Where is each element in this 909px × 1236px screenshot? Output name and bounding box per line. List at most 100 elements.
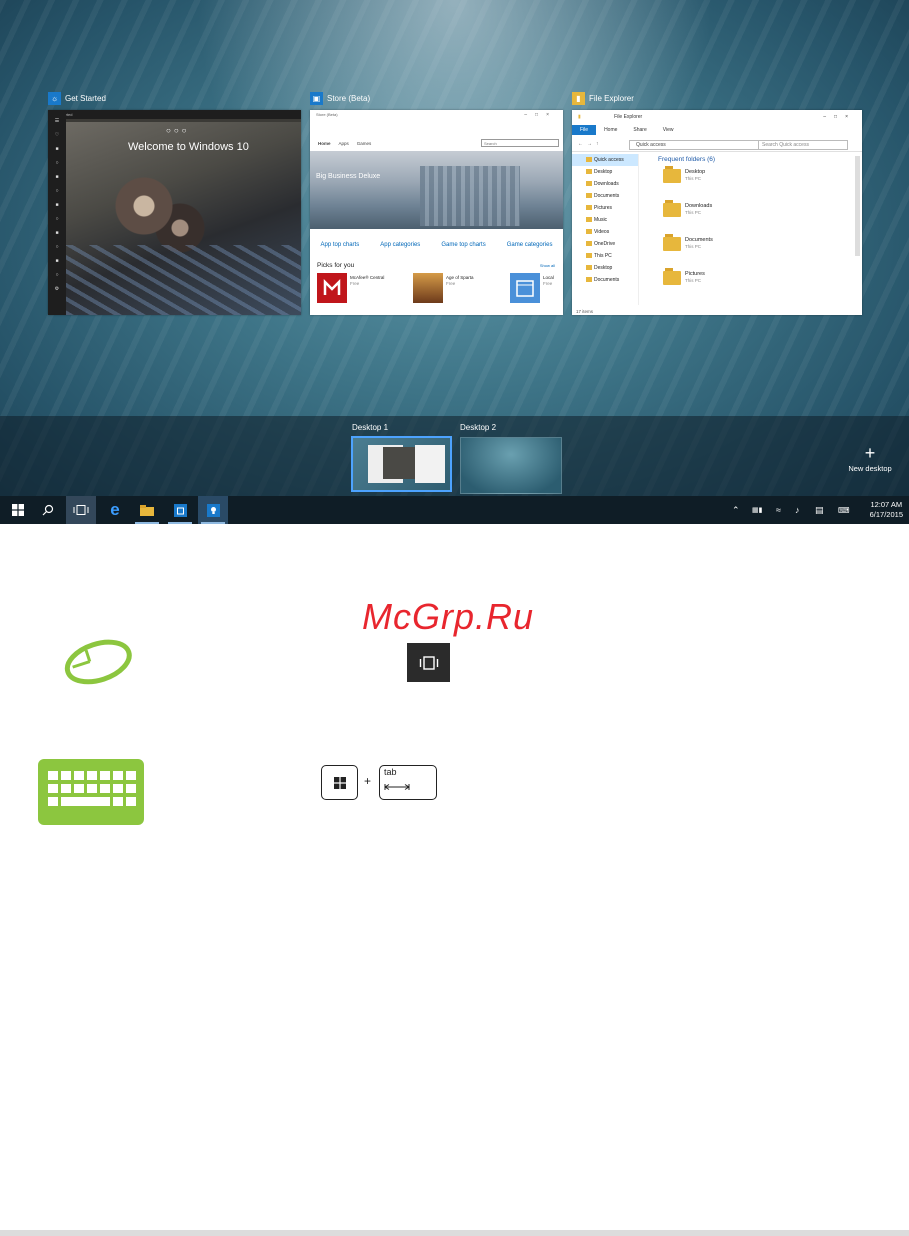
address-bar[interactable]: ←→↑ Quick access Search Quick access [572, 138, 862, 152]
desktop-1-thumbnail[interactable] [351, 436, 452, 492]
action-center-icon[interactable]: ▤ [815, 496, 824, 524]
hero-title: Big Business Deluxe [316, 173, 381, 180]
wifi-icon[interactable]: ≈ [776, 496, 781, 524]
mcafee-app-icon[interactable] [317, 273, 347, 303]
show-hidden-icons-button[interactable]: ⌃ [732, 496, 740, 524]
task-view-icon [73, 505, 89, 515]
address-input[interactable]: Quick access [629, 140, 759, 150]
window-thumbnail-file-explorer[interactable]: ▮ File Explorer –□× File Home Share View… [572, 110, 862, 315]
nav-arrows-icon[interactable]: ←→↑ [578, 141, 603, 147]
hero-banner[interactable] [310, 151, 563, 229]
start-button[interactable] [3, 496, 33, 524]
status-bar: 17 items [576, 309, 594, 314]
tab-view[interactable]: View [655, 125, 682, 135]
link-game-top-charts[interactable]: Game top charts [441, 242, 485, 248]
nav-item[interactable]: Desktop [572, 166, 638, 178]
search-input[interactable]: Search Quick access [758, 140, 848, 150]
app-name: Age of Sparta Free [446, 275, 474, 286]
watermark-text: McGrp.Ru [362, 596, 535, 637]
nav-item[interactable]: OneDrive [572, 238, 638, 250]
keyboard-icon [38, 759, 144, 825]
app-name: McAfee® Central Free [350, 275, 385, 286]
page-footer-bar [0, 1230, 909, 1236]
store-taskbar-icon[interactable] [165, 496, 195, 524]
nav-item[interactable]: Videos [572, 226, 638, 238]
window-thumbnail-get-started[interactable]: Get Started ☰♡■○■○■○■○■○⚙ ○○○ Welcome to… [48, 110, 301, 315]
nav-item[interactable]: Documents [572, 190, 638, 202]
category-links[interactable]: App top charts App categories Game top c… [310, 242, 563, 248]
folder-icon [663, 200, 681, 217]
tab-games[interactable]: Games [357, 141, 372, 146]
window-controls[interactable]: –□× [524, 112, 557, 118]
tab-key-label: tab [384, 767, 397, 777]
folder-item[interactable]: Pictures This PC [658, 268, 858, 299]
task-view-button[interactable] [66, 496, 96, 524]
show-all-link[interactable]: Show all [540, 263, 555, 268]
nav-item[interactable]: Documents [572, 274, 638, 286]
nav-item[interactable]: Music [572, 214, 638, 226]
link-app-categories[interactable]: App categories [380, 242, 420, 248]
nav-item[interactable]: Quick access [572, 154, 638, 166]
nav-rail: ☰ ♡ ■ ○ ■ ○ ■ ○ ■ ○ ■ ○ ⚙ [48, 110, 66, 315]
store-search-input[interactable]: Search [481, 139, 559, 147]
ribbon-tabs[interactable]: File Home Share View [572, 125, 862, 135]
app-name: Local Free [543, 275, 554, 286]
desktop-2-thumbnail[interactable] [460, 437, 562, 494]
frequent-folders-header[interactable]: Frequent folders (6) [658, 156, 858, 163]
tab-apps[interactable]: Apps [339, 141, 349, 146]
tab-file[interactable]: File [572, 125, 597, 135]
lightbulb-icon: ☼ [48, 92, 61, 105]
scrollbar[interactable] [855, 156, 860, 256]
folder-icon: ▮ [578, 114, 581, 120]
calendar-app-icon[interactable] [510, 273, 540, 303]
tab-home[interactable]: Home [318, 141, 331, 146]
tab-arrow-icon [384, 784, 410, 790]
chevron-up-icon: ⌃ [732, 504, 740, 515]
clock-time: 12:07 AM [870, 500, 903, 509]
task-view-key-icon [407, 643, 450, 682]
window-label-store[interactable]: ▣ Store (Beta) [310, 92, 370, 105]
content-pane: Frequent folders (6) Desktop This PC Down… [658, 156, 858, 299]
touch-keyboard-icon[interactable]: ⌨ [838, 496, 850, 524]
folder-item[interactable]: Downloads This PC [658, 200, 858, 231]
windows-logo-icon [333, 776, 346, 789]
search-button[interactable] [33, 496, 63, 524]
sparta-app-icon[interactable] [413, 273, 443, 303]
nav-item[interactable]: Downloads [572, 178, 638, 190]
clock[interactable]: 12:07 AM 6/17/2015 [870, 500, 903, 520]
volume-icon[interactable]: ♪ [795, 496, 800, 524]
store-nav[interactable]: Home Apps Games [318, 141, 371, 146]
tab-key-icon: tab [379, 765, 437, 800]
folder-icon [663, 268, 681, 285]
window-label-get-started[interactable]: ☼ Get Started [48, 92, 106, 105]
folder-icon [663, 166, 681, 183]
window-thumbnail-store[interactable]: Store (Beta) –□× Home Apps Games Search … [310, 110, 563, 315]
nav-item[interactable]: Desktop [572, 262, 638, 274]
carousel-dots[interactable]: ○○○ [166, 126, 190, 135]
store-icon: ▣ [310, 92, 323, 105]
windows-key-icon [321, 765, 358, 800]
desktop-1-label: Desktop 1 [352, 423, 389, 432]
window-controls[interactable]: –□× [823, 110, 856, 124]
clock-date: 6/17/2015 [869, 510, 903, 519]
title-bar: Store (Beta) [316, 112, 338, 117]
file-explorer-taskbar-icon[interactable] [132, 496, 162, 524]
title-bar: Get Started [48, 110, 301, 119]
window-label-file-explorer[interactable]: ▮ File Explorer [572, 92, 634, 105]
navigation-pane[interactable]: Quick access Desktop Downloads Documents… [572, 154, 639, 305]
mouse-icon [62, 635, 134, 692]
battery-icon[interactable]: ▦▮ [752, 496, 762, 524]
folder-item[interactable]: Desktop This PC [658, 166, 858, 197]
edge-icon[interactable]: e [100, 496, 130, 524]
link-game-categories[interactable]: Game categories [507, 242, 553, 248]
link-app-top-charts[interactable]: App top charts [321, 242, 360, 248]
nav-item[interactable]: This PC [572, 250, 638, 262]
new-desktop-button[interactable]: + New desktop [838, 444, 902, 473]
tab-share[interactable]: Share [625, 125, 654, 135]
task-view-screenshot: ☼ Get Started ▣ Store (Beta) ▮ File Expl… [0, 0, 909, 524]
desktop-2-label: Desktop 2 [460, 423, 497, 432]
get-started-taskbar-icon[interactable] [198, 496, 228, 524]
nav-item[interactable]: Pictures [572, 202, 638, 214]
folder-item[interactable]: Documents This PC [658, 234, 858, 265]
tab-home[interactable]: Home [596, 125, 625, 135]
